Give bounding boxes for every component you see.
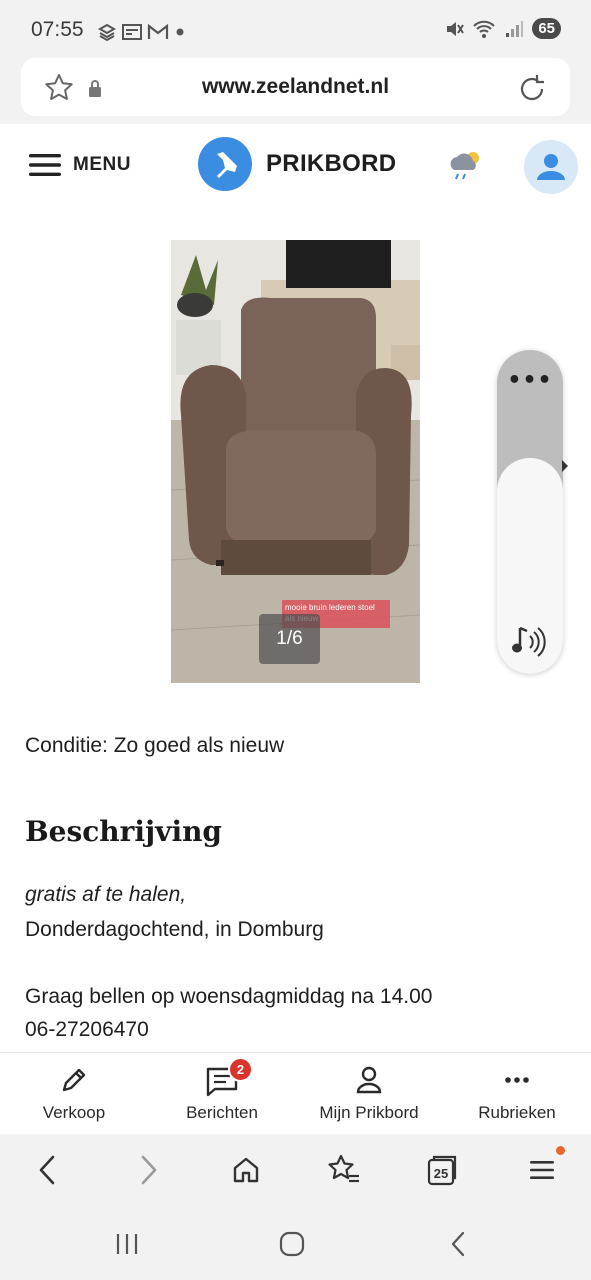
system-navigation-bar bbox=[0, 1206, 591, 1280]
weather-icon[interactable] bbox=[446, 148, 484, 182]
phone-number[interactable]: 06-27206470 bbox=[25, 1018, 149, 1042]
nav-verkoop[interactable]: Verkoop bbox=[0, 1053, 148, 1135]
browser-url-area: www.zeelandnet.nl bbox=[0, 56, 591, 124]
newspaper-icon bbox=[122, 24, 142, 40]
nav-berichten-label: Berichten bbox=[186, 1103, 258, 1122]
back-button[interactable] bbox=[27, 1150, 67, 1190]
url-text[interactable]: www.zeelandnet.nl bbox=[21, 75, 570, 99]
user-icon bbox=[537, 154, 565, 180]
nav-berichten[interactable]: Berichten bbox=[148, 1053, 296, 1135]
recent-apps-button[interactable] bbox=[107, 1226, 147, 1262]
home-icon bbox=[233, 1157, 259, 1183]
user-avatar[interactable] bbox=[524, 140, 578, 194]
signal-icon bbox=[506, 20, 524, 37]
person-icon bbox=[356, 1066, 382, 1094]
brand[interactable]: PRIKBORD bbox=[198, 137, 396, 191]
menu-label: MENU bbox=[73, 154, 131, 175]
recent-apps-icon bbox=[116, 1234, 138, 1254]
forward-icon bbox=[141, 1155, 157, 1185]
description-line: gratis af te halen, bbox=[25, 883, 187, 906]
music-sound-icon[interactable] bbox=[512, 624, 548, 658]
reload-icon[interactable] bbox=[518, 72, 548, 104]
tab-count: 25 bbox=[434, 1166, 448, 1181]
site-header: MENU PRIKBORD bbox=[0, 124, 591, 210]
layers-icon bbox=[97, 23, 117, 42]
gmail-icon bbox=[147, 23, 169, 39]
messages-badge: 2 bbox=[228, 1057, 253, 1082]
site-bottom-nav: Verkoop Berichten Mijn Prikbord Rubrieke… bbox=[0, 1052, 591, 1134]
home-button[interactable] bbox=[226, 1150, 266, 1190]
status-bar: 07:55 65 bbox=[0, 0, 591, 56]
floating-audio-widget[interactable]: ••• bbox=[497, 350, 563, 674]
more-dots-icon bbox=[505, 1077, 529, 1083]
brand-name: PRIKBORD bbox=[266, 150, 397, 177]
more-options-icon[interactable]: ••• bbox=[497, 368, 563, 393]
nav-mijn-prikbord-label: Mijn Prikbord bbox=[319, 1103, 419, 1122]
nav-rubrieken[interactable]: Rubrieken bbox=[443, 1053, 591, 1135]
menu-button[interactable]: MENU bbox=[29, 152, 131, 178]
description-heading: Beschrijving bbox=[25, 815, 223, 848]
listing-photo[interactable]: mooie bruin lederen stoel als nieuw 1/6 bbox=[171, 240, 420, 683]
nav-rubrieken-label: Rubrieken bbox=[478, 1103, 556, 1122]
home-circle-icon bbox=[279, 1231, 305, 1257]
bookmarks-icon bbox=[328, 1154, 359, 1183]
tabs-icon: 25 bbox=[427, 1155, 457, 1186]
browser-menu-button[interactable] bbox=[522, 1150, 562, 1190]
description-line: Donderdagochtend, in Domburg bbox=[25, 918, 324, 941]
bookmarks-button[interactable] bbox=[324, 1150, 364, 1190]
tabs-button[interactable]: 25 bbox=[423, 1150, 463, 1190]
menu-notification-dot bbox=[556, 1146, 565, 1155]
system-icons: 65 bbox=[444, 18, 561, 39]
pushpin-logo-icon bbox=[198, 137, 252, 191]
widget-expand-arrow-icon[interactable] bbox=[561, 459, 569, 473]
description-line: Graag bellen op woensdagmiddag na 14.00 bbox=[25, 985, 433, 1008]
url-bar[interactable]: www.zeelandnet.nl bbox=[21, 58, 570, 116]
nav-mijn-prikbord[interactable]: Mijn Prikbord bbox=[295, 1053, 443, 1135]
nav-verkoop-label: Verkoop bbox=[42, 1103, 106, 1122]
condition-text: Conditie: Zo goed als nieuw bbox=[25, 734, 285, 757]
forward-button[interactable] bbox=[129, 1150, 169, 1190]
dot-icon bbox=[176, 28, 184, 36]
menu-icon bbox=[530, 1161, 554, 1179]
status-time: 07:55 bbox=[31, 18, 84, 41]
wifi-icon bbox=[473, 20, 496, 38]
system-back-icon bbox=[451, 1231, 465, 1257]
home-system-button[interactable] bbox=[272, 1226, 312, 1262]
notification-icons bbox=[97, 22, 187, 42]
browser-toolbar: 25 bbox=[0, 1134, 591, 1206]
mute-icon bbox=[447, 21, 465, 36]
system-back-button[interactable] bbox=[438, 1226, 478, 1262]
photo-counter: 1/6 bbox=[259, 614, 320, 664]
battery-indicator: 65 bbox=[532, 18, 561, 39]
back-icon bbox=[39, 1155, 55, 1185]
pencil-icon bbox=[62, 1068, 86, 1092]
hamburger-icon bbox=[29, 154, 61, 176]
